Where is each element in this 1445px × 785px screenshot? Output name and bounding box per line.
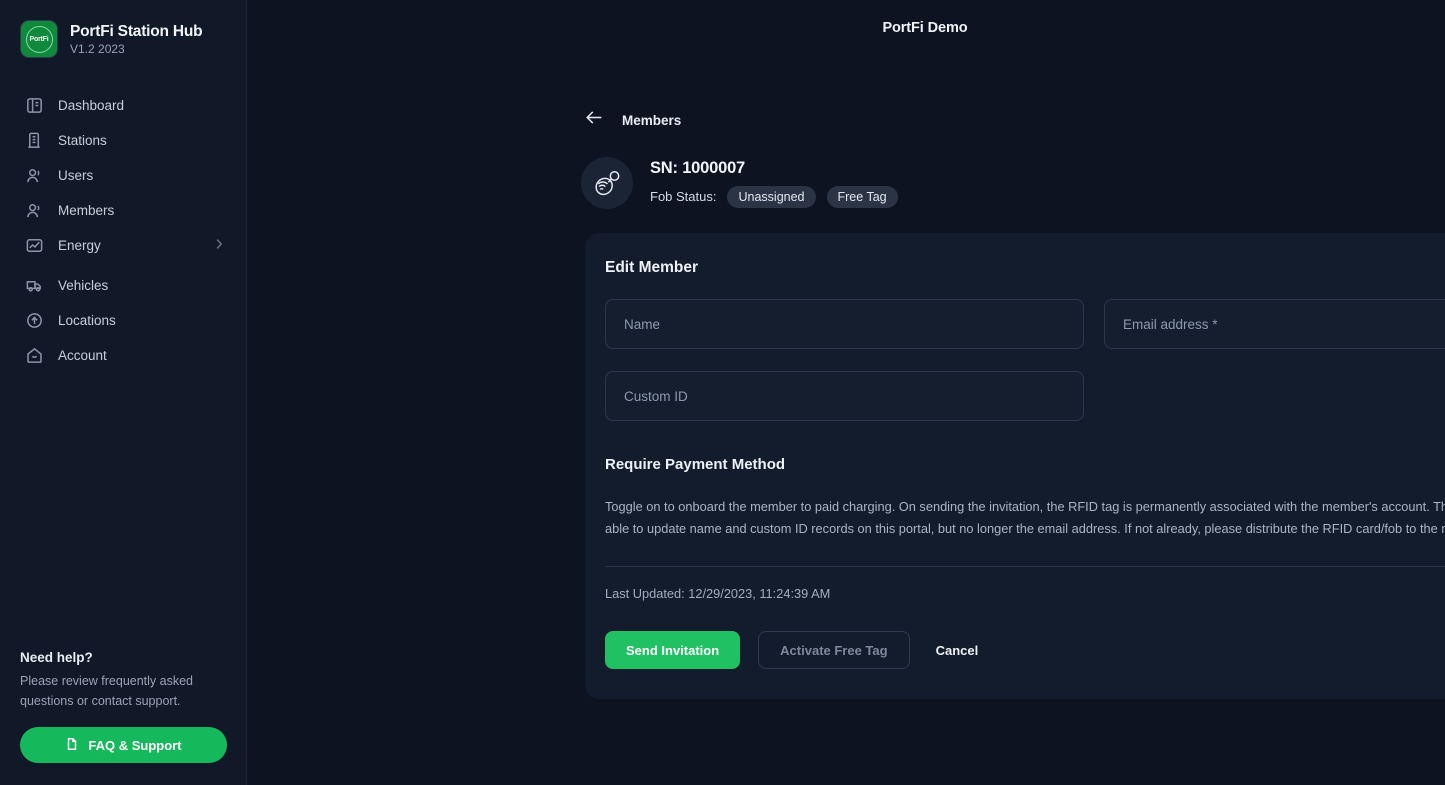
- status-badge: Unassigned: [727, 186, 815, 208]
- sidebar-item-label: Members: [58, 203, 226, 218]
- name-placeholder: Name: [624, 317, 660, 332]
- activate-free-tag-button[interactable]: Activate Free Tag: [758, 631, 909, 669]
- edit-member-card: Edit Member Name Email address * Custom …: [585, 233, 1445, 699]
- app-version: V1.2 2023: [70, 42, 202, 56]
- sidebar-item-label: Locations: [58, 313, 226, 328]
- sidebar-item-label: Dashboard: [58, 98, 226, 113]
- form-fields: Name Email address * Custom ID: [605, 299, 1445, 421]
- serial-number: SN: 1000007: [650, 159, 898, 178]
- divider: [605, 566, 1445, 567]
- rfid-fob-icon: [581, 157, 633, 209]
- sidebar-item-locations[interactable]: Locations: [0, 303, 246, 338]
- station-icon: [25, 131, 44, 150]
- require-payment-description: Toggle on to onboard the member to paid …: [605, 496, 1445, 540]
- breadcrumb-label: Members: [622, 113, 681, 128]
- email-placeholder: Email address *: [1123, 317, 1218, 332]
- custom-id-placeholder: Custom ID: [624, 389, 688, 404]
- sidebar-item-users[interactable]: Users: [0, 158, 246, 193]
- document-icon: [65, 737, 79, 754]
- sidebar: PortFi PortFi Station Hub V1.2 2023 Dash…: [0, 0, 247, 785]
- sidebar-item-label: Energy: [58, 238, 198, 253]
- vehicle-icon: [25, 276, 44, 295]
- page-title: PortFi Demo: [882, 20, 967, 36]
- help-text: Please review frequently asked questions…: [20, 671, 227, 711]
- member-summary: SN: 1000007 Fob Status: Unassigned Free …: [581, 157, 1445, 209]
- email-input[interactable]: Email address *: [1104, 299, 1445, 349]
- main-content: PortFi Demo Members: [247, 0, 1445, 785]
- help-section: Need help? Please review frequently aske…: [20, 650, 227, 763]
- card-title: Edit Member: [605, 259, 1445, 277]
- sidebar-item-stations[interactable]: Stations: [0, 123, 246, 158]
- fob-status-label: Fob Status:: [650, 189, 716, 204]
- require-payment-label: Require Payment Method: [605, 456, 785, 473]
- last-updated-text: Last Updated: 12/29/2023, 11:24:39 AM: [605, 586, 1445, 601]
- logo-circle: PortFi: [26, 26, 53, 53]
- app-name: PortFi Station Hub: [70, 23, 202, 41]
- sidebar-item-energy[interactable]: Energy: [0, 228, 246, 263]
- top-bar: PortFi Demo: [247, 0, 1445, 56]
- fob-status-row: Fob Status: Unassigned Free Tag: [650, 186, 898, 208]
- sidebar-item-account[interactable]: Account: [0, 338, 246, 373]
- sidebar-item-label: Account: [58, 348, 226, 363]
- breadcrumb[interactable]: Members: [585, 108, 681, 132]
- arrow-left-icon: [585, 108, 604, 132]
- require-payment-row: Require Payment Method: [605, 454, 1445, 474]
- energy-icon: [25, 236, 44, 255]
- help-title: Need help?: [20, 650, 227, 665]
- portfi-logo-icon: PortFi: [20, 20, 58, 58]
- name-input[interactable]: Name: [605, 299, 1084, 349]
- dashboard-icon: [25, 96, 44, 115]
- users-icon: [25, 166, 44, 185]
- sidebar-item-label: Vehicles: [58, 278, 226, 293]
- sidebar-item-label: Users: [58, 168, 226, 183]
- faq-support-button[interactable]: FAQ & Support: [20, 727, 227, 763]
- sidebar-nav: Dashboard Stations Users Members: [0, 88, 246, 373]
- send-invitation-button[interactable]: Send Invitation: [605, 631, 740, 669]
- account-icon: [25, 346, 44, 365]
- sidebar-item-dashboard[interactable]: Dashboard: [0, 88, 246, 123]
- logo-label: PortFi: [29, 36, 48, 43]
- sidebar-item-vehicles[interactable]: Vehicles: [0, 268, 246, 303]
- cancel-button[interactable]: Cancel: [928, 631, 987, 669]
- custom-id-input[interactable]: Custom ID: [605, 371, 1084, 421]
- sidebar-item-members[interactable]: Members: [0, 193, 246, 228]
- sidebar-item-label: Stations: [58, 133, 226, 148]
- app-root: PortFi PortFi Station Hub V1.2 2023 Dash…: [0, 0, 1445, 785]
- faq-support-label: FAQ & Support: [88, 738, 181, 753]
- chevron-right-icon: [212, 237, 226, 254]
- status-badge: Free Tag: [827, 186, 898, 208]
- brand-text: PortFi Station Hub V1.2 2023: [70, 23, 202, 56]
- location-icon: [25, 311, 44, 330]
- brand-header: PortFi PortFi Station Hub V1.2 2023: [0, 0, 246, 58]
- action-bar: Send Invitation Activate Free Tag Cancel…: [605, 631, 1445, 669]
- member-details: SN: 1000007 Fob Status: Unassigned Free …: [650, 159, 898, 208]
- members-icon: [25, 201, 44, 220]
